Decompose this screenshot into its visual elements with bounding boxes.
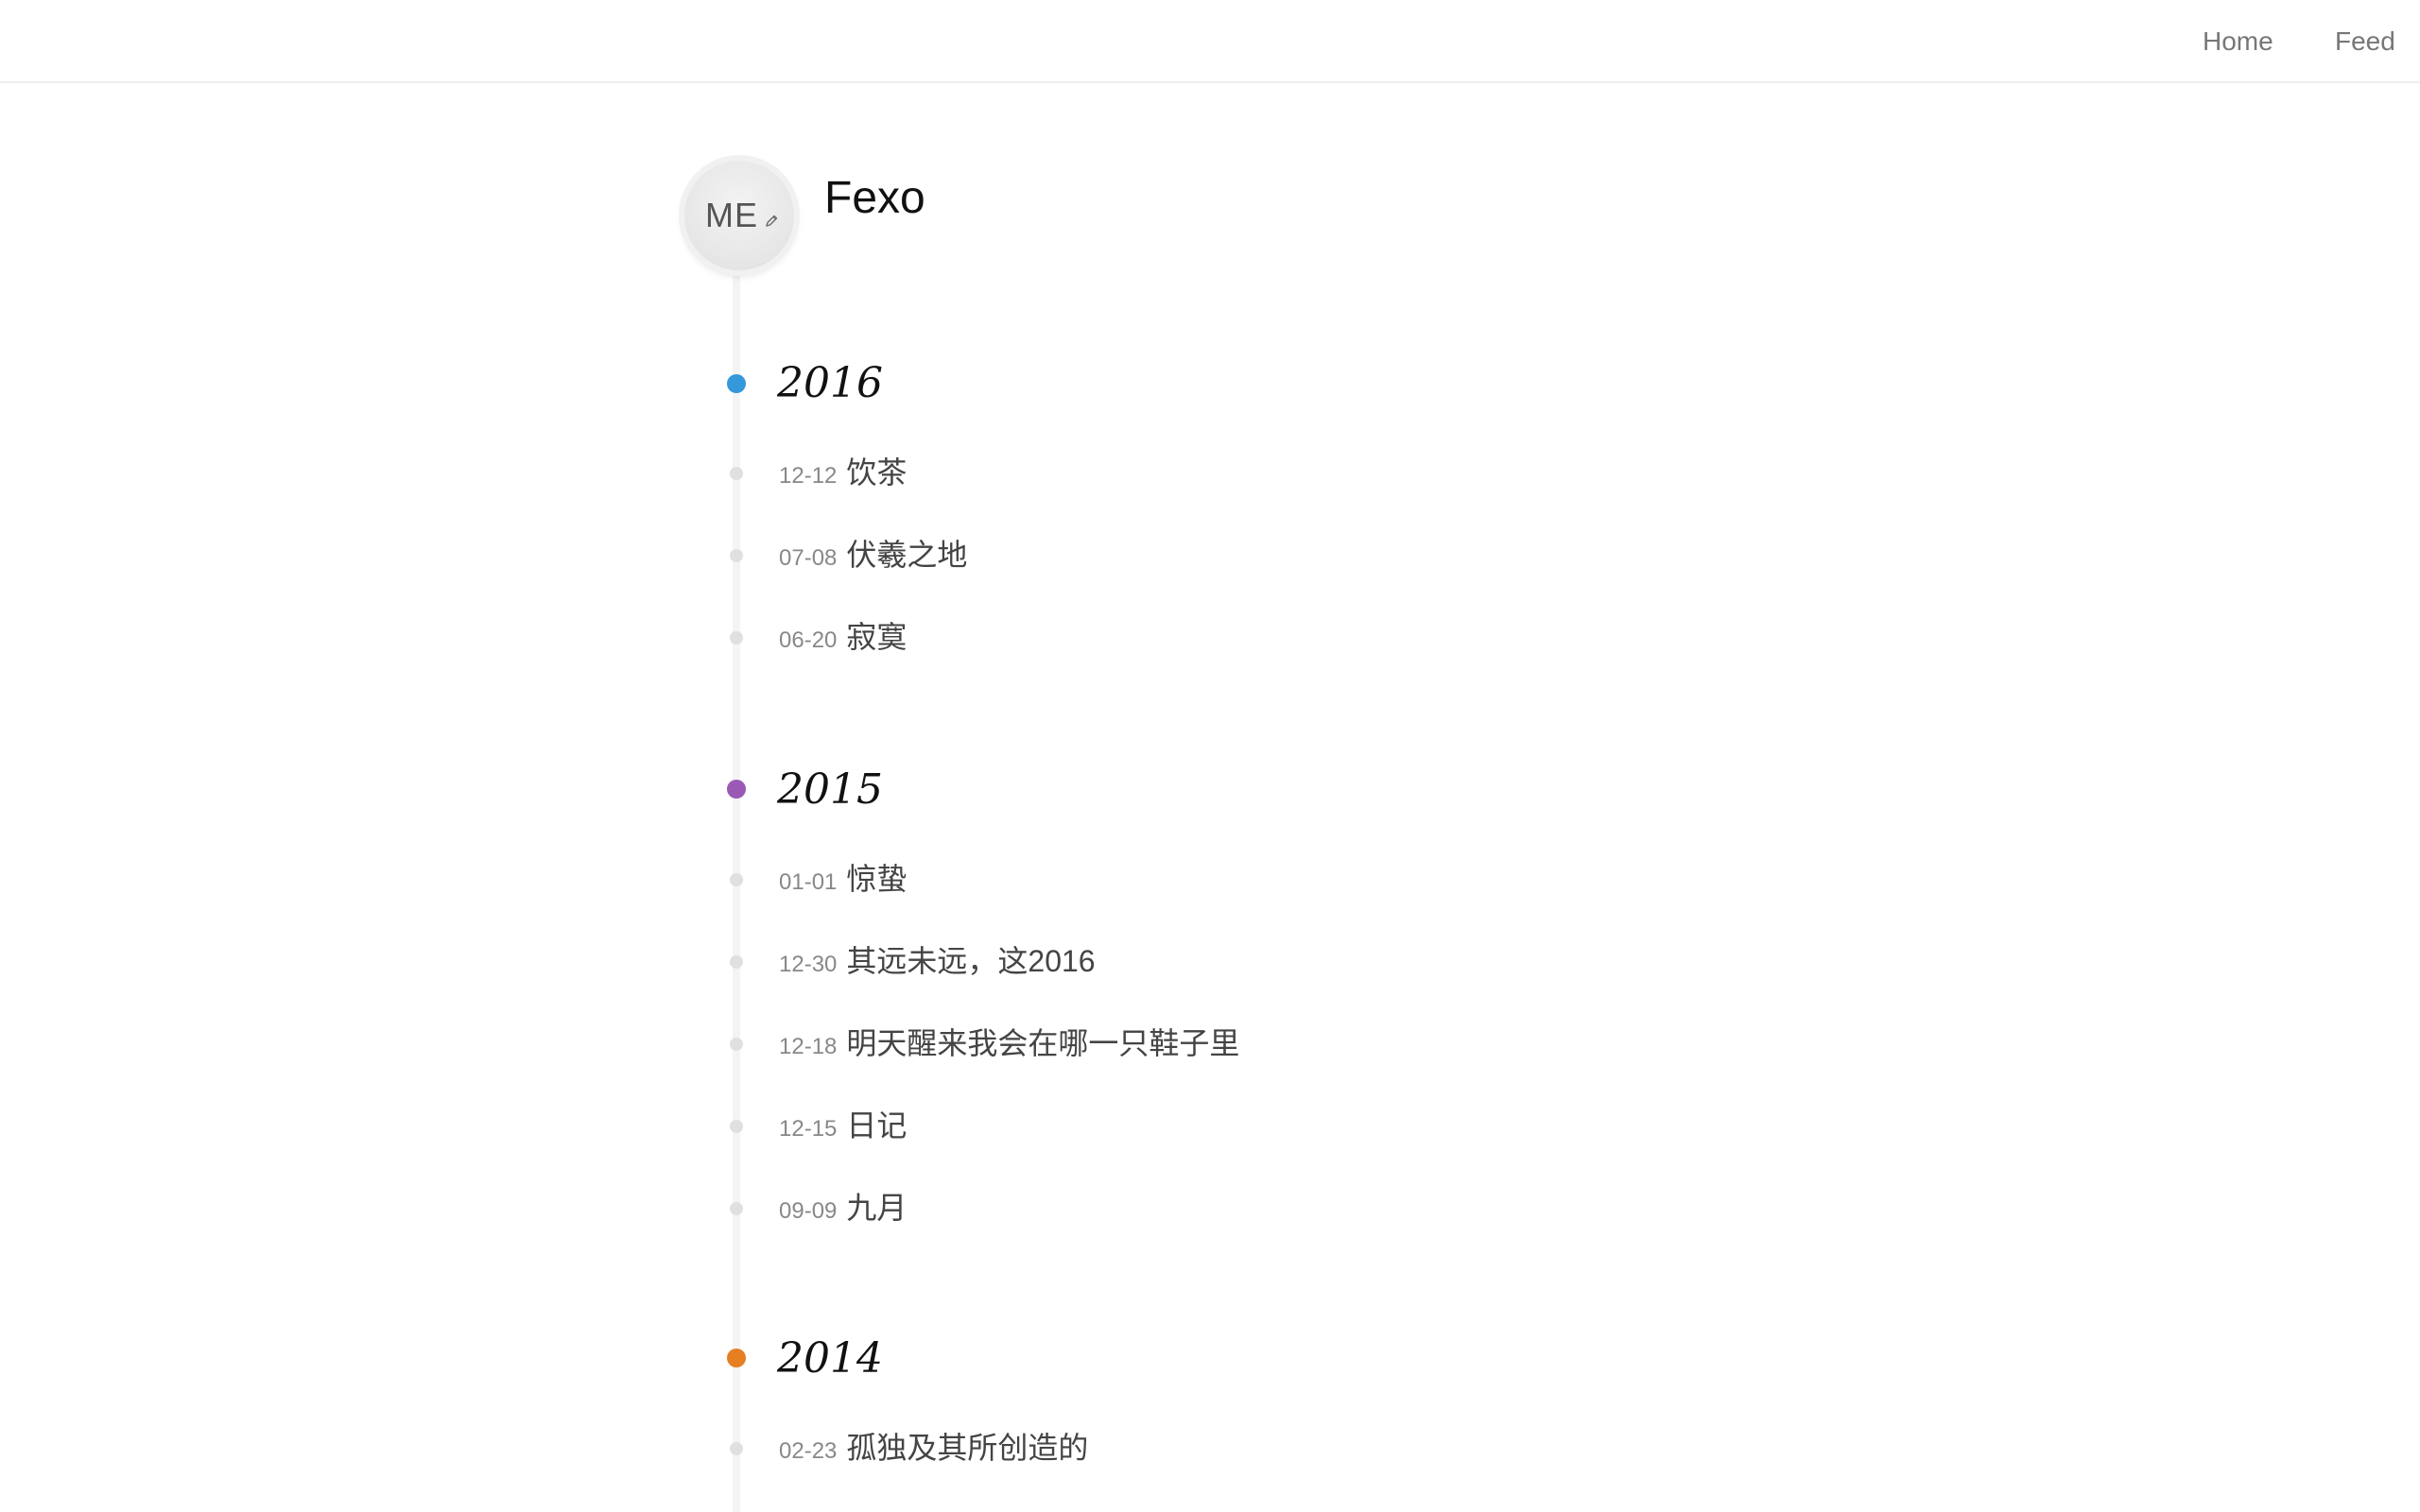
post-title[interactable]: 饮茶	[846, 455, 907, 490]
post-date: 01-01	[779, 869, 838, 895]
post-date: 06-20	[779, 627, 838, 653]
post-date: 12-30	[779, 952, 838, 977]
post-dot	[730, 549, 743, 562]
post-dot	[730, 467, 743, 480]
year-heading-2014: 2014	[777, 1334, 883, 1383]
post-title[interactable]: 日记	[846, 1108, 907, 1143]
post-title[interactable]: 寂寞	[846, 620, 907, 654]
post-link[interactable]: 12-18 明天醒来我会在哪一只鞋子里	[779, 1024, 1239, 1069]
post-date: 07-08	[779, 545, 838, 571]
post-title[interactable]: 其远未远，这2016	[846, 944, 1095, 978]
timeline-line	[733, 227, 740, 1512]
post-title[interactable]: 惊蛰	[846, 862, 907, 896]
year-dot-2014	[727, 1349, 746, 1367]
pencil-icon	[766, 215, 778, 227]
year-heading-2016: 2016	[777, 359, 883, 407]
post-date: 09-09	[779, 1198, 838, 1224]
post-dot	[730, 873, 743, 886]
nav-home-link[interactable]: Home	[2203, 25, 2273, 59]
post-link[interactable]: 02-23 孤独及其所创造的	[779, 1429, 1088, 1473]
post-date: 02-23	[779, 1438, 838, 1464]
year-heading-2015: 2015	[777, 765, 883, 814]
post-dot	[730, 1038, 743, 1051]
post-dot	[730, 955, 743, 969]
year-dot-2016	[727, 374, 746, 393]
avatar-text: ME	[705, 196, 758, 234]
post-link[interactable]: 12-12 饮茶	[779, 454, 907, 498]
post-date: 12-12	[779, 463, 838, 489]
post-link[interactable]: 12-30 其远未远，这2016	[779, 942, 1096, 987]
post-title[interactable]: 伏羲之地	[846, 538, 967, 572]
post-dot	[730, 631, 743, 644]
post-dot	[730, 1120, 743, 1133]
post-link[interactable]: 01-01 惊蛰	[779, 860, 907, 904]
post-date: 12-15	[779, 1116, 838, 1142]
post-link[interactable]: 09-09 九月	[779, 1189, 907, 1233]
post-date: 12-18	[779, 1034, 838, 1059]
post-link[interactable]: 07-08 伏羲之地	[779, 536, 967, 580]
avatar[interactable]: ME	[684, 161, 794, 270]
post-link[interactable]: 12-15 日记	[779, 1107, 907, 1151]
post-title[interactable]: 孤独及其所创造的	[846, 1431, 1088, 1465]
post-link[interactable]: 06-20 寂寞	[779, 618, 907, 662]
post-title[interactable]: 明天醒来我会在哪一只鞋子里	[846, 1026, 1239, 1060]
year-dot-2015	[727, 780, 746, 799]
top-nav-bar: Home Feed	[0, 0, 2420, 83]
post-title[interactable]: 九月	[846, 1191, 907, 1225]
site-name[interactable]: Fexo	[824, 170, 925, 227]
post-dot	[730, 1202, 743, 1215]
post-dot	[730, 1442, 743, 1455]
nav-feed-link[interactable]: Feed	[2335, 25, 2395, 59]
